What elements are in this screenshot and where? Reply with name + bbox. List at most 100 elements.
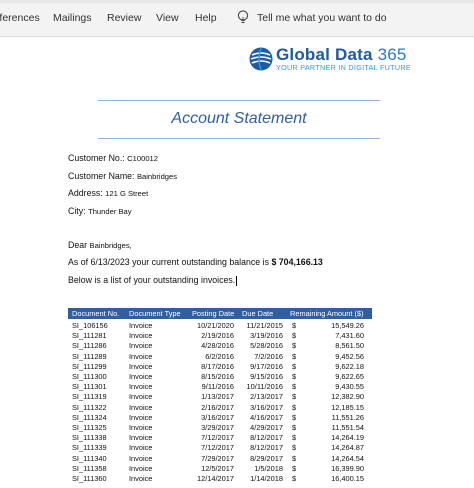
cell-remaining-amount: 7,431.60 <box>335 331 364 341</box>
cell-posting-date: 9/11/2016 <box>201 382 234 392</box>
header-document-no: Document No. <box>72 309 120 318</box>
cell-posting-date: 4/28/2016 <box>201 341 234 351</box>
cell-due-date: 7/2/2016 <box>254 351 283 361</box>
address-value: 121 G Street <box>105 189 149 198</box>
cell-document-type: Invoice <box>129 463 153 473</box>
cell-remaining-amount: 16,400.15 <box>331 474 364 483</box>
tell-me-search[interactable]: Tell me what you want to do <box>257 12 387 24</box>
cell-document-no: SI_111319 <box>72 392 107 402</box>
cell-remaining-amount: 14,264.87 <box>331 443 364 453</box>
table-row: SI_111300 Invoice 8/15/2016 9/15/2016 $9,622… <box>68 372 372 381</box>
cell-posting-date: 1/13/2017 <box>201 392 234 402</box>
tab-mailings[interactable]: Mailings <box>53 12 92 24</box>
cell-document-type: Invoice <box>129 321 153 330</box>
table-row: SI_111322 Invoice 2/16/2017 3/16/2017 $12,18… <box>68 403 372 412</box>
cell-document-no: SI_111325 <box>72 423 107 432</box>
cell-document-no: SI_111338 <box>72 433 107 443</box>
balance-value: $ 704,166.13 <box>271 257 323 267</box>
cell-document-type: Invoice <box>129 453 153 463</box>
cell-due-date: 8/29/2017 <box>250 453 283 463</box>
invoice-table-header: Document No. Document Type Posting Date … <box>68 308 372 319</box>
city-label: City: <box>68 206 86 216</box>
header-document-type: Document Type <box>129 309 181 318</box>
ribbon-tabs: References Mailings Review View Help Tel… <box>0 0 474 37</box>
customer-name-line: Customer Name: Bainbridges <box>68 171 177 181</box>
table-row: SI_111281 Invoice 2/19/2016 3/19/2016 $7,431… <box>68 331 372 340</box>
cell-due-date: 9/15/2016 <box>250 372 283 381</box>
cell-due-date: 8/12/2017 <box>250 443 283 453</box>
table-row: SI_111319 Invoice 1/13/2017 2/13/2017 $12,38… <box>68 392 372 401</box>
cell-posting-date: 7/29/2017 <box>201 453 234 463</box>
table-row: SI_111360 Invoice 12/14/2017 1/14/2018 $16,4… <box>68 474 372 483</box>
cell-posting-date: 8/15/2016 <box>201 372 234 381</box>
cell-posting-date: 6/2/2016 <box>205 351 234 361</box>
logo-wordmark: Global Data 365 <box>276 45 407 65</box>
cell-document-no: SI_111322 <box>72 402 107 412</box>
tab-review[interactable]: Review <box>107 12 141 24</box>
cell-currency-symbol: $ <box>292 402 297 412</box>
cell-currency-symbol: $ <box>292 463 297 473</box>
cell-document-type: Invoice <box>129 351 153 361</box>
lightbulb-icon[interactable] <box>236 9 250 27</box>
cell-document-no: SI_111339 <box>72 443 107 453</box>
tab-help[interactable]: Help <box>195 12 217 24</box>
cell-document-type: Invoice <box>129 331 153 341</box>
cell-document-type: Invoice <box>129 443 153 453</box>
cell-document-type: Invoice <box>129 433 153 443</box>
cell-due-date: 11/21/2015 <box>246 321 283 330</box>
cell-remaining-amount: 9,622.18 <box>335 361 364 371</box>
cell-document-type: Invoice <box>129 474 153 483</box>
cell-currency-symbol: $ <box>292 412 297 422</box>
cell-document-type: Invoice <box>129 423 153 432</box>
cell-currency-symbol: $ <box>292 372 297 381</box>
cell-document-no: SI_111324 <box>72 412 107 422</box>
table-row: SI_111289 Invoice 6/2/2016 7/2/2016 $9,452.5… <box>68 352 372 361</box>
cell-remaining-amount: 11,551.54 <box>331 423 364 432</box>
header-remaining-amount: Remaining Amount ($) <box>290 309 364 318</box>
cell-document-no: SI_111301 <box>72 382 107 392</box>
title-rule-bottom <box>98 138 380 139</box>
cell-remaining-amount: 14,264.19 <box>331 433 364 443</box>
cell-posting-date: 7/12/2017 <box>201 443 234 453</box>
cell-due-date: 3/16/2017 <box>250 402 283 412</box>
cell-due-date: 10/11/2016 <box>246 382 283 392</box>
balance-line: As of 6/13/2023 your current outstanding… <box>68 257 323 267</box>
cell-posting-date: 2/19/2016 <box>201 331 234 341</box>
title-rule-top <box>98 100 380 101</box>
cell-currency-symbol: $ <box>292 331 297 341</box>
cell-document-type: Invoice <box>129 372 153 381</box>
text-cursor <box>236 275 238 286</box>
cell-remaining-amount: 15,549.26 <box>331 321 364 330</box>
cell-document-type: Invoice <box>129 402 153 412</box>
logo-number: 365 <box>377 45 407 64</box>
global-data-logo-icon <box>249 47 273 71</box>
table-row: SI_111301 Invoice 9/11/2016 10/11/2016 $9,43… <box>68 382 372 391</box>
cell-currency-symbol: $ <box>292 423 297 432</box>
cell-posting-date: 10/21/2020 <box>197 321 234 330</box>
balance-text: As of 6/13/2023 your current outstanding… <box>68 257 269 267</box>
greeting-name: Bainbridges, <box>89 241 132 250</box>
ribbon-top-bar <box>0 0 474 3</box>
tab-references[interactable]: References <box>0 12 40 24</box>
address-line: Address: 121 G Street <box>68 188 148 198</box>
list-intro-text: Below is a list of your outstanding invo… <box>68 275 236 285</box>
cell-currency-symbol: $ <box>292 321 297 330</box>
cell-remaining-amount: 16,399.90 <box>331 463 364 473</box>
table-row: SI_111286 Invoice 4/28/2016 5/28/2016 $8,561… <box>68 341 372 350</box>
tab-view[interactable]: View <box>156 12 179 24</box>
cell-document-no: SI_111286 <box>72 341 107 351</box>
cell-document-no: SI_111281 <box>72 331 107 341</box>
customer-name-label: Customer Name: <box>68 171 135 181</box>
cell-due-date: 4/16/2017 <box>250 412 283 422</box>
address-label: Address: <box>68 188 103 198</box>
cell-currency-symbol: $ <box>292 453 297 463</box>
logo-tagline: YOUR PARTNER IN DIGITAL FUTURE <box>276 63 411 72</box>
cell-currency-symbol: $ <box>292 392 297 402</box>
cell-currency-symbol: $ <box>292 382 297 392</box>
cell-currency-symbol: $ <box>292 474 297 483</box>
cell-document-no: SI_111360 <box>72 474 107 483</box>
customer-name-value: Bainbridges <box>136 172 178 181</box>
cell-remaining-amount: 14,264.54 <box>331 453 364 463</box>
cell-document-no: SI_111340 <box>72 453 107 463</box>
cell-due-date: 9/17/2016 <box>250 361 283 371</box>
